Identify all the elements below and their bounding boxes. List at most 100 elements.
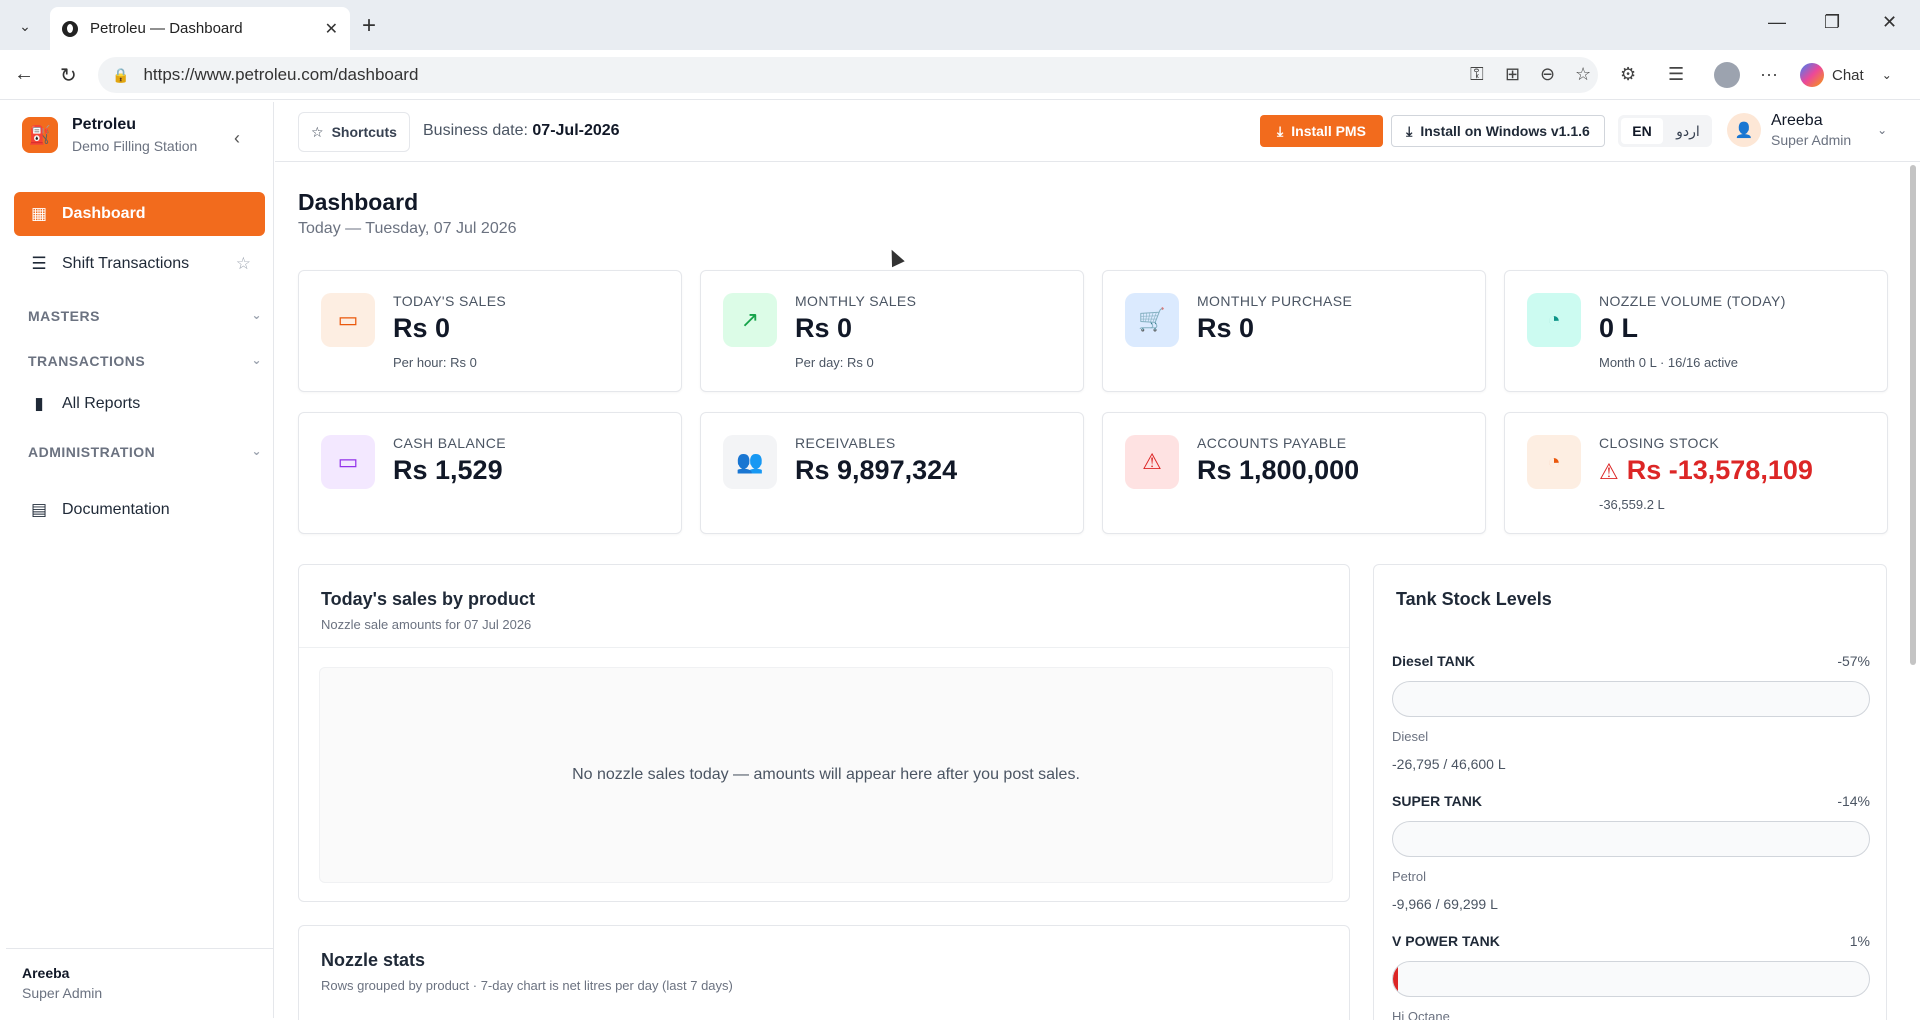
kpi-label: MONTHLY PURCHASE xyxy=(1197,293,1353,309)
kpi-card: ⚠ ACCOUNTS PAYABLE Rs 1,800,000 xyxy=(1102,412,1486,534)
kpi-label: MONTHLY SALES xyxy=(795,293,917,309)
user-name: Areeba xyxy=(1771,112,1823,129)
brand-subtitle: Demo Filling Station xyxy=(72,138,198,154)
sidebar-item-documentation[interactable]: ▤ Documentation xyxy=(14,488,265,532)
book-icon: ▤ xyxy=(30,500,48,519)
chevron-down-icon: ⌄ xyxy=(1877,123,1888,137)
sidebar-user-name: Areeba xyxy=(22,965,70,981)
warning-icon: ⚠ xyxy=(1599,459,1619,484)
copilot-chat-button[interactable]: Chat ⌄ xyxy=(1800,60,1892,90)
chevron-down-icon: ⌄ xyxy=(251,308,262,322)
tank-level-bar xyxy=(1392,681,1870,717)
chat-label: Chat xyxy=(1832,66,1864,84)
copilot-icon xyxy=(1800,63,1824,87)
brand[interactable]: ⛽ Petroleu Demo Filling Station xyxy=(22,116,197,154)
cash-icon: ▭ xyxy=(321,293,375,347)
pin-star-icon[interactable]: ☆ xyxy=(236,254,251,274)
user-icon: 👤 xyxy=(1727,113,1761,147)
app-icon[interactable]: ⊞ xyxy=(1505,64,1520,85)
tank-percent: -57% xyxy=(1837,653,1870,669)
kpi-card: ◔ CLOSING STOCK ⚠ Rs -13,578,109 -36,559.2 L xyxy=(1504,412,1888,534)
cash-icon: ▭ xyxy=(321,435,375,489)
shortcuts-button[interactable]: ☆ Shortcuts xyxy=(298,112,410,152)
collapse-sidebar-chevron-icon[interactable]: ‹ xyxy=(234,128,240,149)
nozzle-stats-panel: Nozzle stats Rows grouped by product · 7… xyxy=(298,925,1350,1020)
sidebar-item-shift-transactions[interactable]: ☰ Shift Transactions ☆ xyxy=(14,242,265,286)
kpi-value: Rs 1,800,000 xyxy=(1197,455,1360,485)
kpi-card: ↗ MONTHLY SALES Rs 0 Per day: Rs 0 xyxy=(700,270,1084,392)
lang-urdu[interactable]: اردو xyxy=(1667,118,1709,144)
kpi-card: ◔ NOZZLE VOLUME (TODAY) 0 L Month 0 L · 16/… xyxy=(1504,270,1888,392)
minimize-icon[interactable]: — xyxy=(1768,12,1786,33)
more-dots-icon[interactable]: ··· xyxy=(1760,64,1778,85)
kpi-value: 0 L xyxy=(1599,313,1639,343)
gauge-icon: ◔ xyxy=(1527,435,1581,489)
section-administration[interactable]: ADMINISTRATION ⌄ xyxy=(28,444,262,460)
kpi-subtext: -36,559.2 L xyxy=(1599,497,1665,512)
lang-en[interactable]: EN xyxy=(1621,118,1663,144)
profile-avatar-icon[interactable] xyxy=(1714,62,1740,88)
kpi-label: CLOSING STOCK xyxy=(1599,435,1720,451)
user-menu[interactable]: 👤 Areeba Super Admin ⌄ xyxy=(1727,112,1887,148)
kpi-label: ACCOUNTS PAYABLE xyxy=(1197,435,1347,451)
favorites-list-icon[interactable]: ☰ xyxy=(1668,64,1684,85)
kpi-value: Rs 9,897,324 xyxy=(795,455,958,485)
kpi-value: Rs 0 xyxy=(795,313,853,343)
tab-list-chevron-icon[interactable]: ⌄ xyxy=(10,11,40,41)
kpi-label: RECEIVABLES xyxy=(795,435,896,451)
window-close-icon[interactable]: ✕ xyxy=(1882,12,1897,33)
sidebar-item-all-reports[interactable]: ▮ All Reports xyxy=(14,382,265,426)
install-windows-button[interactable]: ⤓ Install on Windows v1.1.6 xyxy=(1391,115,1605,147)
sidebar-item-dashboard[interactable]: ▦ Dashboard xyxy=(14,192,265,236)
new-tab-plus-icon[interactable]: + xyxy=(362,12,376,40)
cart-icon: 🛒 xyxy=(1125,293,1179,347)
brand-name: Petroleu xyxy=(72,116,137,133)
tank-percent: 1% xyxy=(1849,933,1870,949)
zoom-icon[interactable]: ⊖ xyxy=(1540,64,1555,85)
tab-close-icon[interactable]: ✕ xyxy=(325,19,338,39)
app-header: ☆ Shortcuts Business date: 07-Jul-2026 ⤓… xyxy=(275,102,1920,162)
business-date: Business date: 07-Jul-2026 xyxy=(423,122,620,139)
browser-tab-bar: ⌄ Petroleu — Dashboard ✕ + — ❐ ✕ xyxy=(0,0,1920,50)
install-pms-button[interactable]: ⤓ Install PMS xyxy=(1260,115,1383,147)
tab-title: Petroleu — Dashboard xyxy=(90,20,243,37)
extensions-icon[interactable]: ⚙ xyxy=(1620,64,1636,85)
gauge-icon: ◔ xyxy=(1527,293,1581,347)
user-role: Super Admin xyxy=(1771,132,1852,148)
page-subtitle: Today — Tuesday, 07 Jul 2026 xyxy=(298,220,517,237)
url-field[interactable]: 🔒 https://www.petroleu.com/dashboard xyxy=(98,57,1598,93)
tank-item: V POWER TANK 1% Hi Octane xyxy=(1392,933,1870,1020)
chevron-down-icon: ⌄ xyxy=(251,353,262,367)
empty-state: No nozzle sales today — amounts will app… xyxy=(319,667,1333,883)
tank-level-bar xyxy=(1392,961,1870,997)
favorite-star-icon[interactable]: ☆ xyxy=(1575,64,1591,85)
key-icon[interactable]: ⚿ xyxy=(1470,64,1484,85)
sales-by-product-panel: Today's sales by product Nozzle sale amo… xyxy=(298,564,1350,902)
kpi-card: 🛒 MONTHLY PURCHASE Rs 0 xyxy=(1102,270,1486,392)
back-arrow-icon[interactable]: ← xyxy=(14,63,34,86)
chevron-down-icon: ⌄ xyxy=(1881,68,1892,82)
chevron-down-icon: ⌄ xyxy=(251,444,262,458)
tank-item: Diesel TANK -57% Diesel -26,795 / 46,600 L xyxy=(1392,653,1870,772)
language-switch: EN اردو xyxy=(1618,115,1712,147)
download-icon: ⤓ xyxy=(1406,122,1413,139)
tank-name: SUPER TANK xyxy=(1392,793,1482,809)
tank-product: Diesel xyxy=(1392,729,1429,744)
site-info-icon[interactable]: 🔒 xyxy=(112,67,129,84)
url-text: https://www.petroleu.com/dashboard xyxy=(143,65,419,84)
kpi-subtext: Month 0 L · 16/16 active xyxy=(1599,355,1738,370)
panel-subtitle: Rows grouped by product · 7-day chart is… xyxy=(321,978,733,993)
tank-percent: -14% xyxy=(1837,793,1870,809)
petroleu-favicon-icon xyxy=(62,20,78,37)
panel-title: Tank Stock Levels xyxy=(1396,589,1552,609)
kpi-label: CASH BALANCE xyxy=(393,435,506,451)
section-transactions[interactable]: TRANSACTIONS ⌄ xyxy=(28,353,262,369)
bar-chart-icon: ▮ xyxy=(34,394,44,413)
browser-tab[interactable]: Petroleu — Dashboard ✕ xyxy=(50,7,350,50)
page-scrollbar[interactable] xyxy=(1910,165,1916,665)
restore-icon[interactable]: ❐ xyxy=(1824,12,1840,33)
section-masters[interactable]: MASTERS ⌄ xyxy=(28,308,262,324)
tank-quantity: -26,795 / 46,600 L xyxy=(1392,756,1506,772)
reload-icon[interactable]: ↻ xyxy=(60,63,77,88)
sidebar: ⛽ Petroleu Demo Filling Station ‹ ▦ Dash… xyxy=(6,102,274,1018)
